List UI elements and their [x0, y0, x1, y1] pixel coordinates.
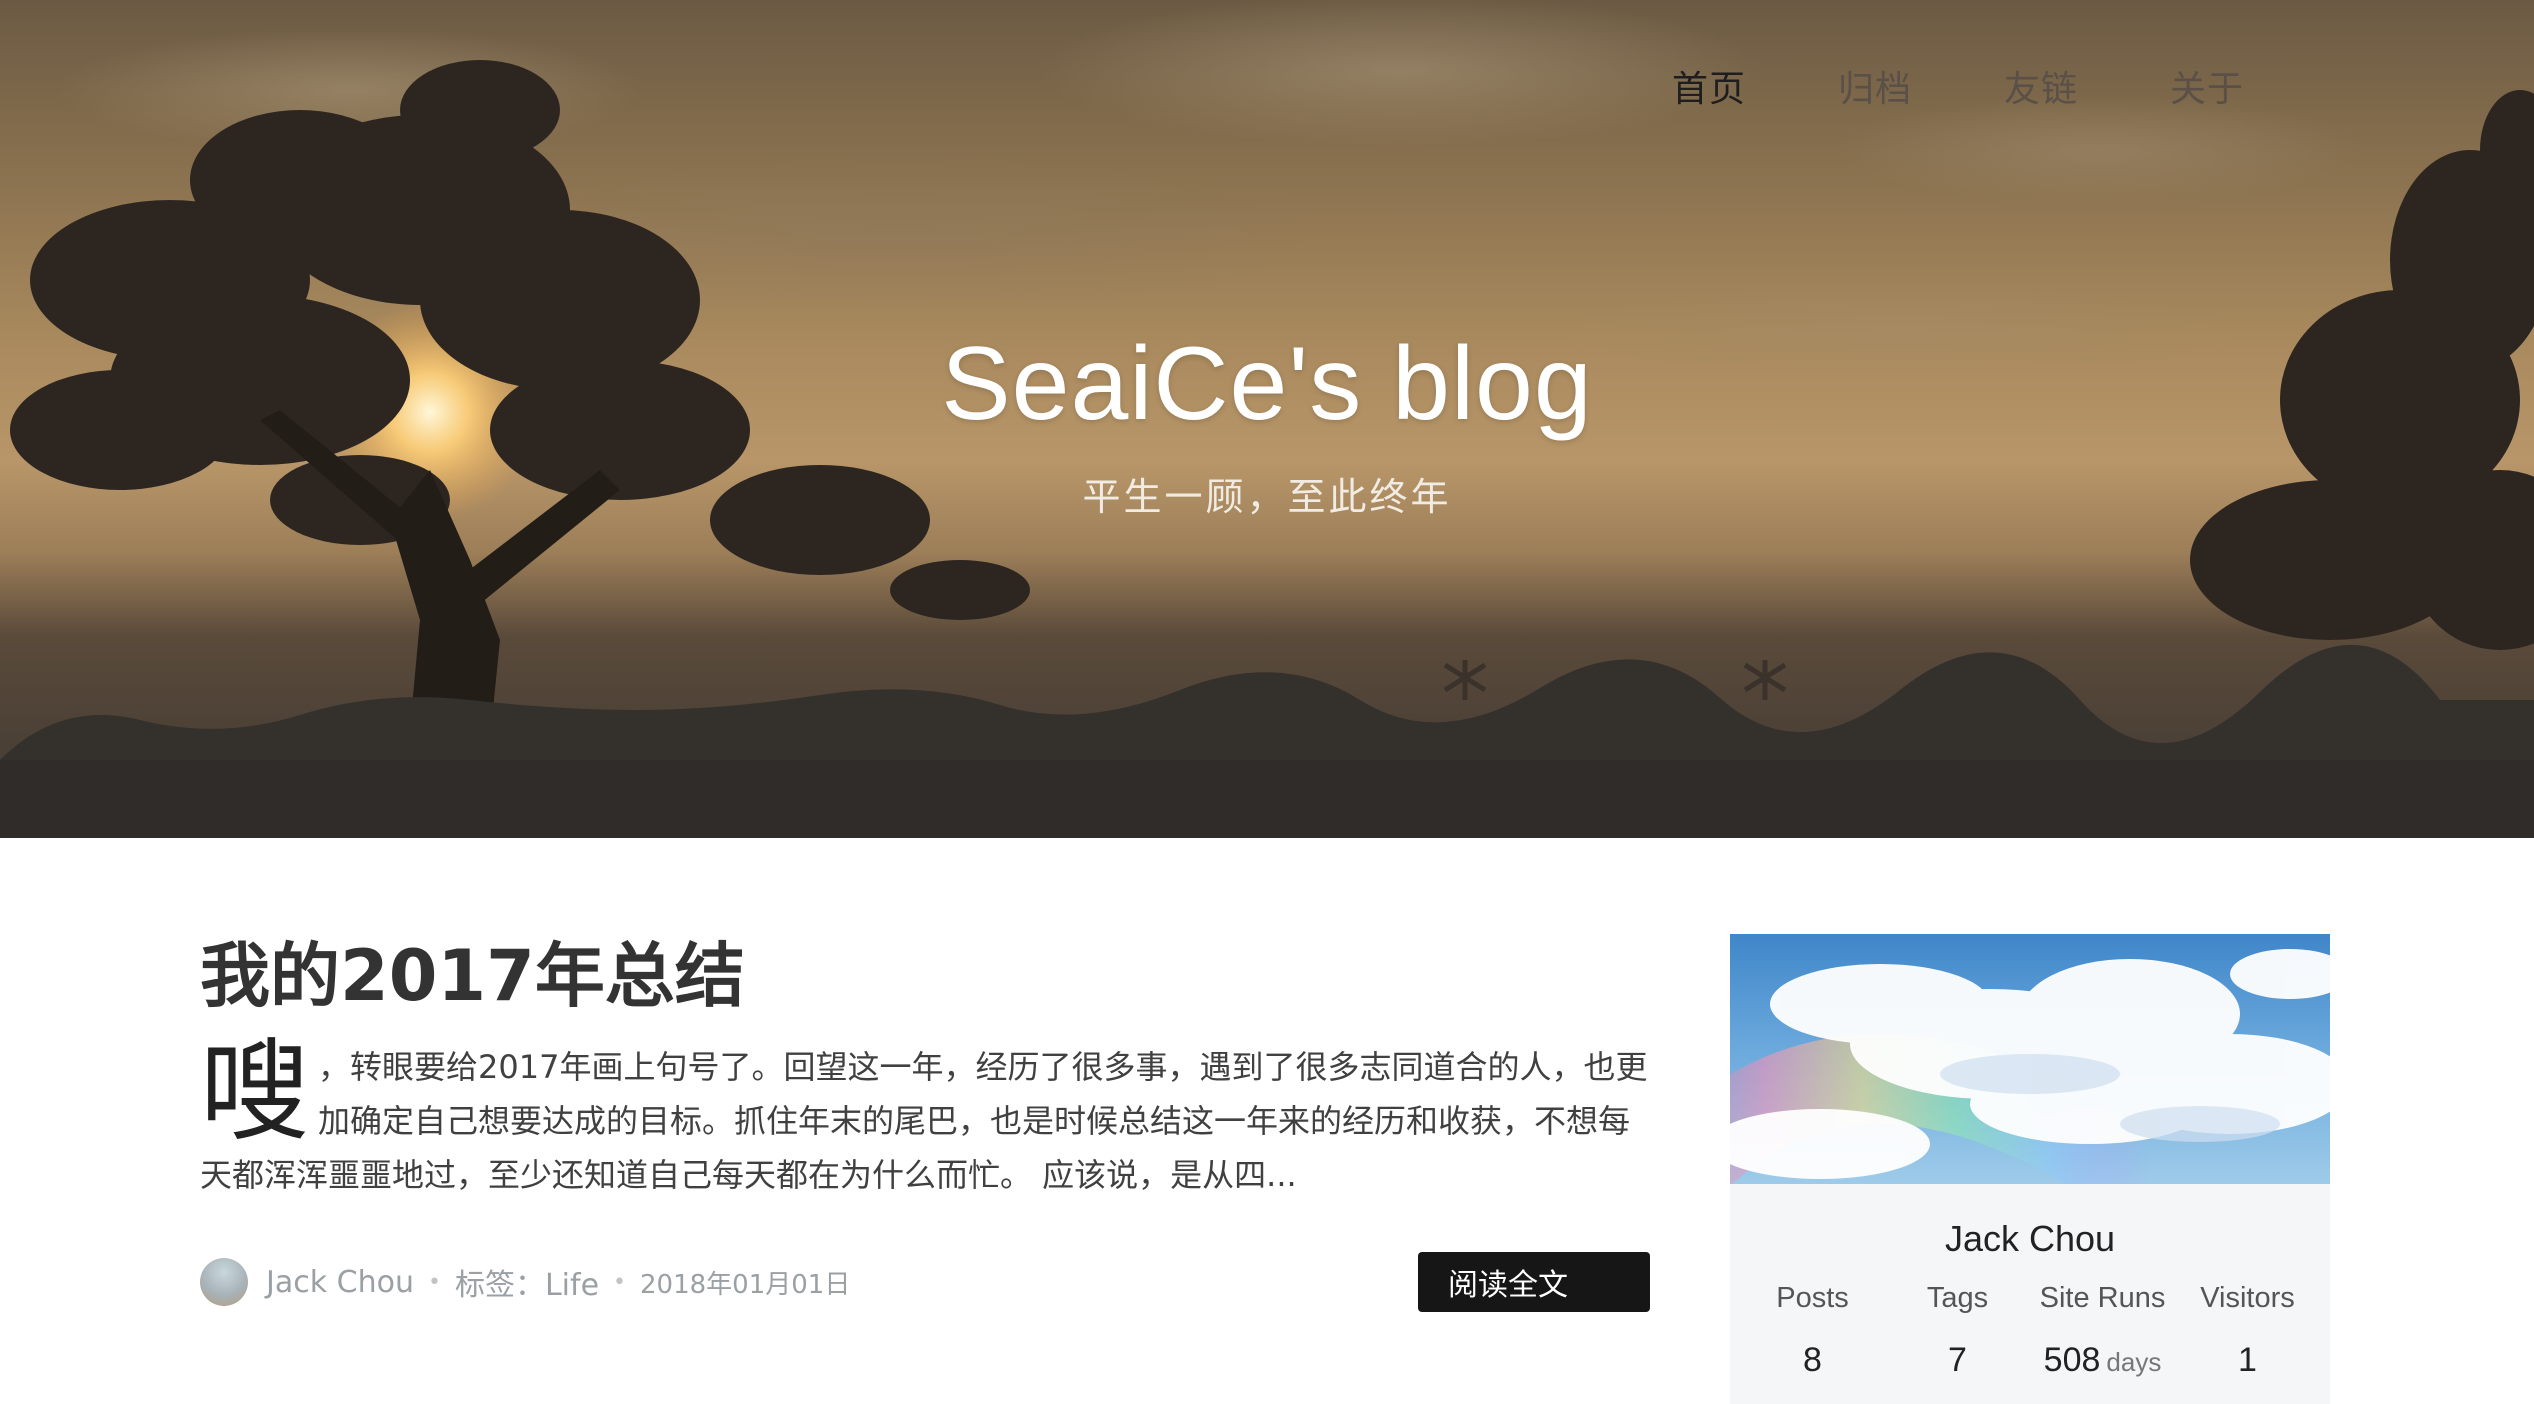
- profile-stats: Posts 8 Tags 7 Site Runs 508 days Visitor…: [1730, 1282, 2330, 1380]
- profile-cover-image: [1730, 934, 2330, 1184]
- nav-home[interactable]: 首页: [1672, 60, 1746, 112]
- nav-archive[interactable]: 归档: [1838, 60, 1912, 112]
- stat-site-runs: Site Runs 508 days: [2033, 1282, 2173, 1380]
- stat-posts[interactable]: Posts 8: [1743, 1282, 1883, 1380]
- hero-banner: 首页 归档 友链 关于 SeaiCe's blog 平生一顾，至此终年: [0, 0, 2534, 838]
- site-runs-value: 508: [2043, 1341, 2101, 1379]
- meta-dot-separator: •: [427, 1269, 441, 1295]
- post-meta: Jack Chou • 标签：Life • 2018年01月01日 阅读全文: [200, 1250, 1650, 1314]
- site-title: SeaiCe's blog: [941, 326, 1593, 442]
- post-dropcap: 嗖: [200, 1028, 310, 1156]
- stat-label: Visitors: [2200, 1282, 2295, 1314]
- main-nav: 首页 归档 友链 关于: [1672, 60, 2244, 112]
- nav-friend-links[interactable]: 友链: [2004, 60, 2078, 112]
- read-more-button[interactable]: 阅读全文: [1418, 1252, 1650, 1312]
- stat-value: 508 days: [2033, 1341, 2173, 1380]
- stat-value: 7: [1948, 1341, 1967, 1379]
- meta-dot-separator: •: [613, 1269, 627, 1295]
- post-author[interactable]: Jack Chou: [266, 1265, 414, 1300]
- stat-value: 8: [1803, 1341, 1822, 1379]
- site-runs-unit: days: [2106, 1347, 2162, 1377]
- post-title[interactable]: 我的2017年总结: [200, 930, 1650, 1022]
- stat-tags[interactable]: Tags 7: [1888, 1282, 2028, 1380]
- post-tags[interactable]: 标签：Life: [455, 1260, 599, 1304]
- nav-about[interactable]: 关于: [2170, 60, 2244, 112]
- site-subtitle: 平生一顾，至此终年: [1082, 475, 1452, 519]
- stat-value: 1: [2238, 1341, 2257, 1379]
- stat-label: Tags: [1926, 1282, 1989, 1314]
- stat-visitors: Visitors 1: [2178, 1282, 2318, 1380]
- stat-label: Site Runs: [2039, 1282, 2166, 1314]
- rainbow-clouds-illustration: [1730, 949, 2330, 1184]
- author-avatar[interactable]: [200, 1258, 248, 1306]
- stat-label: Posts: [1776, 1282, 1849, 1314]
- post-excerpt: 嗖，转眼要给2017年画上句号了。回望这一年，经历了很多事，遇到了很多志同道合的…: [200, 1028, 1650, 1202]
- profile-card: Jack Chou Posts 8 Tags 7 Site Runs 508 da…: [1730, 934, 2330, 1404]
- post-excerpt-text: ，转眼要给2017年画上句号了。回望这一年，经历了很多事，遇到了很多志同道合的人…: [200, 1048, 1648, 1194]
- post-preview: 我的2017年总结 嗖，转眼要给2017年画上句号了。回望这一年，经历了很多事，…: [200, 930, 1650, 1312]
- post-date: 2018年01月01日: [640, 1269, 851, 1300]
- profile-name: Jack Chou: [1944, 1218, 2116, 1259]
